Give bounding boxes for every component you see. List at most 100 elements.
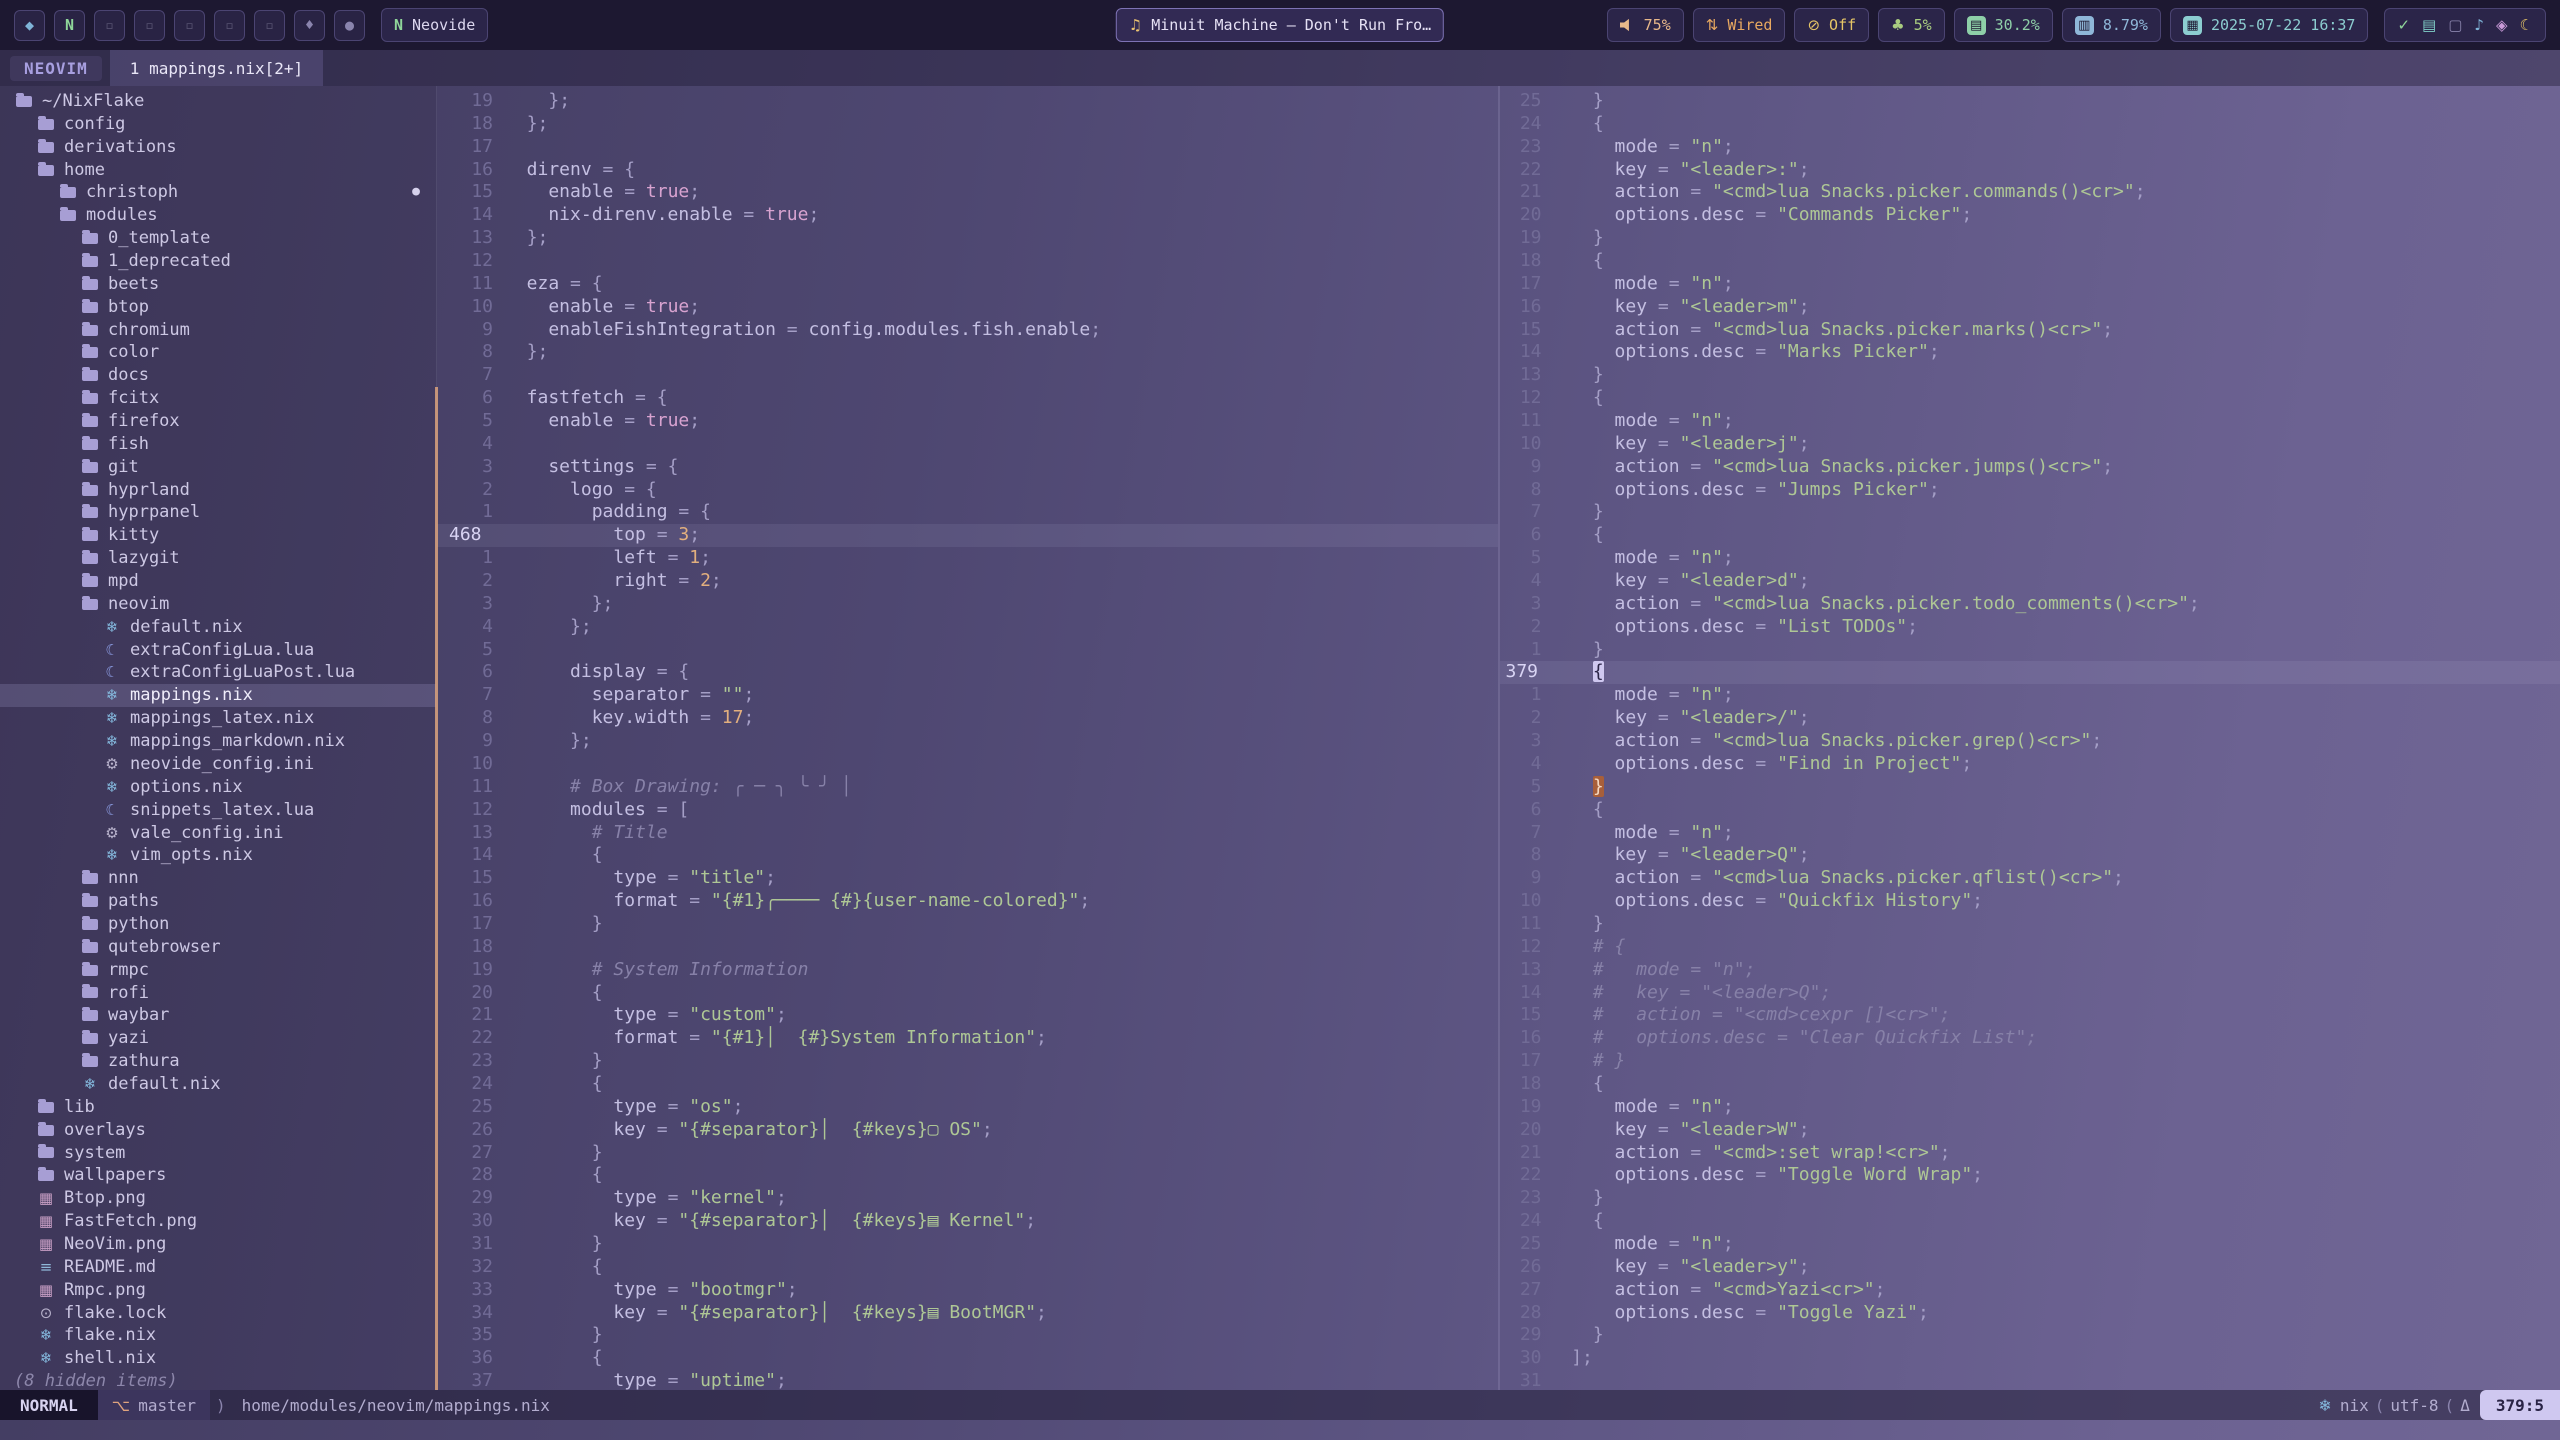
code-line[interactable]: 11 # Box Drawing: ╭ ─ ╮ ╰ ╯ │ — [437, 776, 1498, 799]
code-line[interactable]: 31 } — [437, 1233, 1498, 1256]
tree-item[interactable]: ❄default.nix — [0, 1073, 436, 1096]
code-line[interactable]: 7 separator = ""; — [437, 684, 1498, 707]
code-line[interactable]: 22 options.desc = "Toggle Word Wrap"; — [1500, 1164, 2560, 1187]
tab-mappings-nix[interactable]: 1 mappings.nix[2+] — [110, 50, 323, 86]
code-line[interactable]: 2 logo = { — [437, 479, 1498, 502]
tree-item[interactable]: system — [0, 1142, 436, 1165]
tree-item[interactable]: chromium — [0, 319, 436, 342]
code-line[interactable]: 24 { — [1500, 1210, 2560, 1233]
code-line[interactable]: 4 }; — [437, 616, 1498, 639]
tree-item[interactable]: ❄options.nix — [0, 776, 436, 799]
tree-item[interactable]: rmpc — [0, 959, 436, 982]
code-line[interactable]: 17 — [437, 136, 1498, 159]
code-line[interactable]: 2 key = "<leader>/"; — [1500, 707, 2560, 730]
editor-left[interactable]: 19 };18 };1716 direnv = {15 enable = tru… — [437, 86, 1498, 1390]
tree-item[interactable]: overlays — [0, 1119, 436, 1142]
tree-item[interactable]: fish — [0, 433, 436, 456]
workspace-button[interactable]: ▫ — [254, 10, 285, 41]
tree-item[interactable]: lazygit — [0, 547, 436, 570]
code-line[interactable]: 15 enable = true; — [437, 181, 1498, 204]
workspace-button[interactable]: ◆ — [14, 10, 45, 41]
tree-item[interactable]: kitty — [0, 524, 436, 547]
code-line[interactable]: 31 — [1500, 1370, 2560, 1390]
code-line[interactable]: 2 right = 2; — [437, 570, 1498, 593]
tree-item[interactable]: ❄vim_opts.nix — [0, 844, 436, 867]
workspace-button[interactable]: ▫ — [214, 10, 245, 41]
code-line[interactable]: 16 format = "{#1}╭──── {#}{user-name-col… — [437, 890, 1498, 913]
tree-item[interactable]: waybar — [0, 1004, 436, 1027]
code-line[interactable]: 30 key = "{#separator}│ {#keys}▤ Kernel"… — [437, 1210, 1498, 1233]
code-line[interactable]: 16 # options.desc = "Clear Quickfix List… — [1500, 1027, 2560, 1050]
code-line[interactable]: 26 key = "<leader>y"; — [1500, 1256, 2560, 1279]
code-line[interactable]: 11 mode = "n"; — [1500, 410, 2560, 433]
tree-item[interactable]: ☾snippets_latex.lua — [0, 799, 436, 822]
tray-icon[interactable]: ◈ — [2496, 16, 2508, 34]
workspace-button[interactable]: ▫ — [134, 10, 165, 41]
code-line[interactable]: 19 mode = "n"; — [1500, 1096, 2560, 1119]
code-line[interactable]: 8 key.width = 17; — [437, 707, 1498, 730]
code-line[interactable]: 26 key = "{#separator}│ {#keys}▢ OS"; — [437, 1119, 1498, 1142]
tree-item[interactable]: hyprpanel — [0, 501, 436, 524]
tree-item[interactable]: docs — [0, 364, 436, 387]
tree-item[interactable]: ≡README.md — [0, 1256, 436, 1279]
code-line[interactable]: 9 enableFishIntegration = config.modules… — [437, 319, 1498, 342]
code-line[interactable]: 2 options.desc = "List TODOs"; — [1500, 616, 2560, 639]
tree-item[interactable]: color — [0, 341, 436, 364]
tree-item[interactable]: ❄mappings_latex.nix — [0, 707, 436, 730]
workspace-button[interactable]: ♦ — [294, 10, 325, 41]
code-line[interactable]: 25 } — [1500, 90, 2560, 113]
code-line[interactable]: 27 action = "<cmd>Yazi<cr>"; — [1500, 1279, 2560, 1302]
tree-item[interactable]: mpd — [0, 570, 436, 593]
tree-item[interactable]: fcitx — [0, 387, 436, 410]
code-line[interactable]: 4 — [437, 433, 1498, 456]
code-line[interactable]: 6 { — [1500, 524, 2560, 547]
code-line[interactable]: 3 action = "<cmd>lua Snacks.picker.todo_… — [1500, 593, 2560, 616]
workspace-button[interactable]: ▫ — [174, 10, 205, 41]
tree-item[interactable]: ❄mappings_markdown.nix — [0, 730, 436, 753]
code-line[interactable]: 23 } — [1500, 1187, 2560, 1210]
code-line[interactable]: 6 display = { — [437, 661, 1498, 684]
code-line[interactable]: 14 { — [437, 844, 1498, 867]
code-line[interactable]: 468 top = 3; — [437, 524, 1498, 547]
power-profile-widget[interactable]: ♣5% — [1878, 8, 1945, 42]
code-line[interactable]: 35 } — [437, 1324, 1498, 1347]
code-line[interactable]: 10 — [437, 753, 1498, 776]
code-line[interactable]: 30 ]; — [1500, 1347, 2560, 1370]
code-line[interactable]: 1 } — [1500, 639, 2560, 662]
code-line[interactable]: 28 options.desc = "Toggle Yazi"; — [1500, 1302, 2560, 1325]
tree-item[interactable]: config — [0, 113, 436, 136]
tree-item[interactable]: 1_deprecated — [0, 250, 436, 273]
system-tray[interactable]: ✓▤▢♪◈☾ — [2384, 8, 2546, 42]
code-line[interactable]: 10 options.desc = "Quickfix History"; — [1500, 890, 2560, 913]
tree-item[interactable]: ▦NeoVim.png — [0, 1233, 436, 1256]
code-line[interactable]: 17 mode = "n"; — [1500, 273, 2560, 296]
tree-item[interactable]: ~/NixFlake — [0, 90, 436, 113]
code-line[interactable]: 13 # Title — [437, 822, 1498, 845]
code-line[interactable]: 19 } — [1500, 227, 2560, 250]
code-line[interactable]: 18 { — [1500, 1073, 2560, 1096]
tree-item[interactable]: ☾extraConfigLua.lua — [0, 639, 436, 662]
code-line[interactable]: 14 # key = "<leader>Q"; — [1500, 982, 2560, 1005]
code-line[interactable]: 10 key = "<leader>j"; — [1500, 433, 2560, 456]
code-line[interactable]: 20 { — [437, 982, 1498, 1005]
tree-item[interactable]: hyprland — [0, 479, 436, 502]
code-line[interactable]: 20 key = "<leader>W"; — [1500, 1119, 2560, 1142]
tray-icon[interactable]: ▢ — [2448, 16, 2462, 34]
music-widget[interactable]: ♫ Minuit Machine – Don't Run Fro… — [1116, 8, 1444, 42]
tree-item[interactable]: modules — [0, 204, 436, 227]
code-line[interactable]: 13 # mode = "n"; — [1500, 959, 2560, 982]
code-line[interactable]: 10 enable = true; — [437, 296, 1498, 319]
code-line[interactable]: 22 key = "<leader>:"; — [1500, 159, 2560, 182]
code-line[interactable]: 25 mode = "n"; — [1500, 1233, 2560, 1256]
tree-item[interactable]: wallpapers — [0, 1164, 436, 1187]
tree-item[interactable]: ▦Btop.png — [0, 1187, 436, 1210]
tree-item[interactable]: neovim — [0, 593, 436, 616]
tree-item[interactable]: rofi — [0, 982, 436, 1005]
code-line[interactable]: 20 options.desc = "Commands Picker"; — [1500, 204, 2560, 227]
tree-item[interactable]: 0_template — [0, 227, 436, 250]
workspace-button[interactable]: N — [54, 10, 85, 41]
code-line[interactable]: 23 mode = "n"; — [1500, 136, 2560, 159]
code-line[interactable]: 7 mode = "n"; — [1500, 822, 2560, 845]
code-line[interactable]: 29 } — [1500, 1324, 2560, 1347]
code-line[interactable]: 27 } — [437, 1142, 1498, 1165]
